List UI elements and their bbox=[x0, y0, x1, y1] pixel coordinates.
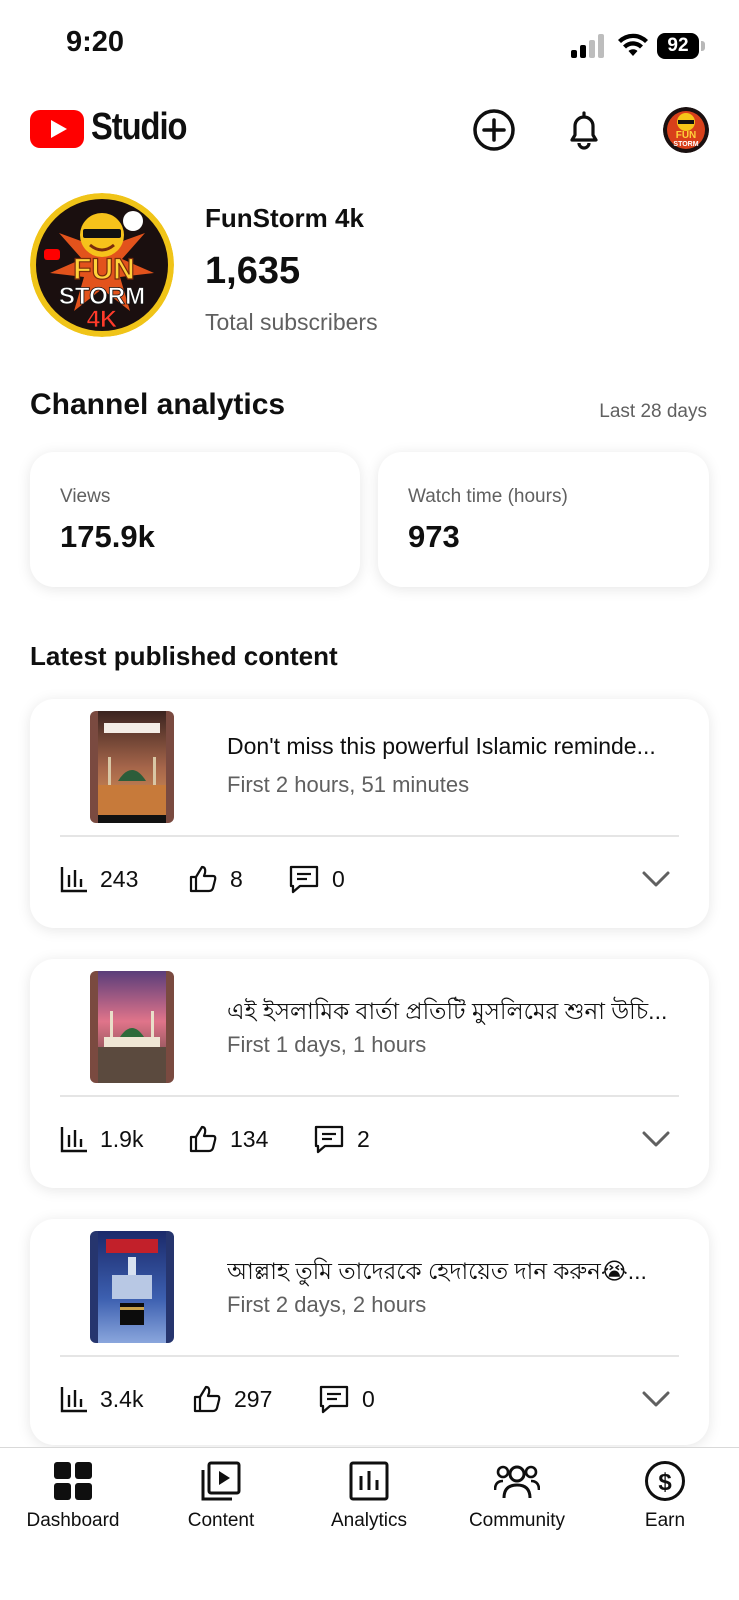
svg-text:STORM: STORM bbox=[673, 141, 698, 148]
create-icon[interactable] bbox=[472, 108, 516, 152]
video-card[interactable]: Don't miss this powerful Islamic reminde… bbox=[30, 699, 709, 928]
comments-stat: 0 bbox=[318, 1382, 375, 1416]
cell-signal-icon bbox=[571, 34, 605, 58]
bar-chart-icon bbox=[60, 867, 87, 893]
views-stat: 3.4k bbox=[60, 1382, 143, 1416]
community-icon bbox=[494, 1465, 540, 1499]
comment-icon bbox=[314, 1125, 344, 1154]
video-performance-window: First 1 days, 1 hours bbox=[227, 1032, 427, 1057]
subscriber-count: 1,635 bbox=[205, 250, 301, 292]
divider bbox=[60, 1095, 679, 1097]
views-count: 3.4k bbox=[100, 1385, 144, 1412]
battery-level: 92 bbox=[657, 33, 699, 59]
nav-label: Analytics bbox=[330, 1510, 408, 1531]
svg-text:FUN: FUN bbox=[676, 130, 697, 141]
divider bbox=[60, 1355, 679, 1357]
video-thumbnail[interactable] bbox=[90, 711, 174, 823]
likes-stat: 8 bbox=[188, 862, 243, 896]
channel-name: FunStorm 4k bbox=[205, 203, 364, 233]
status-time: 9:20 bbox=[66, 26, 125, 58]
nav-label: Dashboard bbox=[26, 1510, 120, 1531]
channel-avatar: FUN STORM 4K bbox=[30, 193, 174, 337]
chevron-down-icon[interactable] bbox=[641, 1387, 671, 1411]
latest-content-title: Latest published content bbox=[30, 641, 338, 671]
thumbs-up-icon bbox=[189, 1125, 217, 1153]
views-stat: 243 bbox=[60, 862, 138, 896]
earn-icon: $ bbox=[645, 1461, 685, 1501]
likes-count: 134 bbox=[230, 1125, 269, 1152]
content-icon bbox=[201, 1461, 241, 1501]
views-count: 243 bbox=[100, 865, 139, 892]
divider bbox=[60, 835, 679, 837]
likes-stat: 134 bbox=[188, 1122, 268, 1156]
video-title[interactable]: এই ইসলামিক বার্তা প্রতিটি মুসলিমের শুনা … bbox=[227, 993, 682, 1032]
analytics-icon bbox=[349, 1461, 389, 1501]
metric-value: 973 bbox=[408, 519, 460, 554]
battery-indicator: 92 bbox=[657, 33, 705, 59]
comments-stat: 2 bbox=[313, 1122, 370, 1156]
bell-icon[interactable] bbox=[562, 108, 606, 152]
video-thumbnail[interactable] bbox=[90, 1231, 174, 1343]
likes-count: 8 bbox=[230, 865, 243, 892]
bar-chart-icon bbox=[60, 1127, 87, 1153]
subscriber-label: Total subscribers bbox=[205, 309, 378, 335]
comment-icon bbox=[319, 1385, 349, 1414]
comments-count: 0 bbox=[332, 865, 345, 892]
nav-label: Earn bbox=[644, 1510, 686, 1531]
nav-dashboard[interactable]: Dashboard bbox=[3, 1460, 143, 1532]
nav-label: Content bbox=[187, 1510, 255, 1531]
video-card[interactable]: আল্লাহ তুমি তাদেরকে হেদায়েত দান করুন😭..… bbox=[30, 1219, 709, 1445]
dashboard-icon bbox=[54, 1462, 92, 1500]
comments-count: 2 bbox=[357, 1125, 370, 1152]
metric-label: Views bbox=[60, 486, 111, 507]
nav-label: Community bbox=[468, 1510, 566, 1531]
avatar-text-line3: 4K bbox=[87, 306, 118, 333]
studio-wordmark: Studio bbox=[91, 106, 187, 148]
views-metric-card[interactable]: Views 175.9k bbox=[30, 452, 360, 587]
video-card[interactable]: এই ইসলামিক বার্তা প্রতিটি মুসলিমের শুনা … bbox=[30, 959, 709, 1188]
chevron-down-icon[interactable] bbox=[641, 867, 671, 891]
metric-label: Watch time (hours) bbox=[408, 486, 568, 507]
thumbs-up-icon bbox=[189, 865, 217, 893]
thumbs-up-icon bbox=[193, 1385, 221, 1413]
bottom-navigation: Dashboard Content Analytics Community $ … bbox=[0, 1447, 739, 1600]
views-count: 1.9k bbox=[100, 1125, 144, 1152]
youtube-logo-icon bbox=[30, 110, 84, 148]
nav-earn[interactable]: $ Earn bbox=[595, 1460, 735, 1532]
wifi-icon bbox=[618, 33, 648, 56]
views-stat: 1.9k bbox=[60, 1122, 143, 1156]
nav-analytics[interactable]: Analytics bbox=[299, 1460, 439, 1532]
video-performance-window: First 2 days, 2 hours bbox=[227, 1292, 427, 1317]
account-avatar[interactable]: FUN STORM bbox=[663, 107, 709, 153]
likes-stat: 297 bbox=[192, 1382, 272, 1416]
bar-chart-icon bbox=[60, 1387, 87, 1413]
comment-icon bbox=[289, 865, 319, 894]
analytics-period: Last 28 days bbox=[599, 401, 707, 422]
comments-stat: 0 bbox=[288, 862, 345, 896]
likes-count: 297 bbox=[234, 1385, 273, 1412]
analytics-section-title: Channel analytics bbox=[30, 388, 286, 421]
comments-count: 0 bbox=[362, 1385, 375, 1412]
metric-value: 175.9k bbox=[60, 519, 155, 554]
nav-content[interactable]: Content bbox=[151, 1460, 291, 1532]
avatar-text-line1: FUN bbox=[73, 253, 135, 286]
svg-text:$: $ bbox=[658, 1469, 672, 1496]
watch-time-metric-card[interactable]: Watch time (hours) 973 bbox=[378, 452, 709, 587]
video-title[interactable]: Don't miss this powerful Islamic reminde… bbox=[227, 733, 682, 760]
chevron-down-icon[interactable] bbox=[641, 1127, 671, 1151]
video-thumbnail[interactable] bbox=[90, 971, 174, 1083]
video-title[interactable]: আল্লাহ তুমি তাদেরকে হেদায়েত দান করুন😭..… bbox=[227, 1253, 682, 1292]
video-performance-window: First 2 hours, 51 minutes bbox=[227, 772, 470, 797]
nav-community[interactable]: Community bbox=[447, 1460, 587, 1532]
